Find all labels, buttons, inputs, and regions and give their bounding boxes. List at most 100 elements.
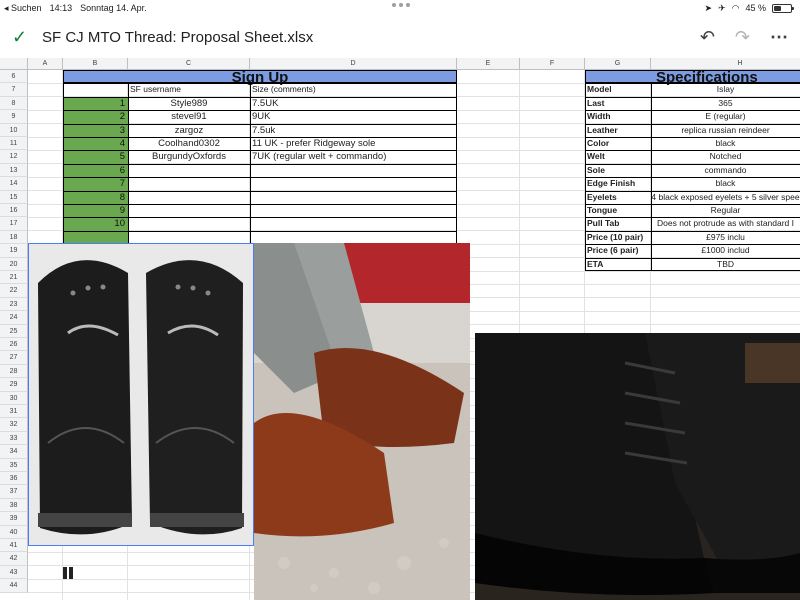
signup-number[interactable]: 1 [63, 97, 128, 110]
signup-username[interactable] [128, 177, 250, 190]
spec-label[interactable]: Leather [585, 124, 651, 137]
row-header[interactable]: 14 [0, 177, 28, 191]
row-header[interactable]: 36 [0, 472, 28, 486]
signup-size[interactable] [252, 191, 455, 204]
signup-username[interactable] [128, 191, 250, 204]
row-header[interactable]: 30 [0, 391, 28, 405]
spec-label[interactable]: Pull Tab [585, 217, 651, 230]
row-header[interactable]: 38 [0, 498, 28, 513]
row-header[interactable]: 33 [0, 431, 28, 446]
row-header[interactable]: 17 [0, 217, 28, 231]
row-header[interactable]: 27 [0, 351, 28, 365]
signup-number[interactable]: 2 [63, 110, 128, 123]
signup-size[interactable]: 7.5UK [252, 97, 455, 110]
signup-size[interactable]: 7.5uk [252, 124, 455, 137]
spec-label[interactable]: Price (6 pair) [585, 244, 651, 257]
row-header[interactable]: 12 [0, 150, 28, 164]
spec-label[interactable]: Price (10 pair) [585, 231, 651, 244]
signup-username[interactable] [128, 217, 250, 230]
row-header[interactable]: 44 [0, 579, 28, 593]
row-header[interactable]: 13 [0, 163, 28, 178]
spec-value[interactable]: Notched [651, 150, 800, 163]
spec-label[interactable]: ETA [585, 258, 651, 271]
spec-value[interactable]: black [651, 177, 800, 190]
signup-size[interactable]: 9UK [252, 110, 455, 123]
row-header[interactable]: 40 [0, 525, 28, 539]
redo-icon[interactable]: ↷ [735, 27, 750, 48]
spec-label[interactable]: Sole [585, 164, 651, 177]
spec-label[interactable]: Model [585, 83, 651, 96]
more-icon[interactable]: ⋯ [770, 27, 788, 48]
row-header[interactable]: 41 [0, 539, 28, 553]
column-header-E[interactable]: E [457, 58, 520, 70]
signup-username[interactable]: zargoz [128, 124, 250, 137]
row-header[interactable]: 21 [0, 271, 28, 285]
select-all-corner[interactable] [0, 58, 28, 70]
signup-number[interactable]: 7 [63, 177, 128, 190]
spec-label[interactable]: Edge Finish [585, 177, 651, 190]
column-header-A[interactable]: A [28, 58, 63, 70]
row-header[interactable]: 26 [0, 338, 28, 352]
check-icon[interactable]: ✓ [12, 27, 38, 48]
row-header[interactable]: 31 [0, 405, 28, 419]
signup-number[interactable]: 9 [63, 204, 128, 217]
spreadsheet-grid[interactable]: A B C D E F G H 6 7 8 9 10 11 12 13 14 15 16 17 18 19 20 21 22 23… [0, 58, 800, 600]
spec-label[interactable]: Tongue [585, 204, 651, 217]
signup-size[interactable] [252, 164, 455, 177]
signup-username[interactable]: BurgundyOxfords [128, 150, 250, 163]
signup-size[interactable] [252, 204, 455, 217]
row-header[interactable]: 34 [0, 445, 28, 459]
signup-number[interactable]: 3 [63, 124, 128, 137]
spec-value[interactable]: TBD [651, 258, 800, 271]
row-header[interactable]: 22 [0, 284, 28, 298]
spec-value[interactable]: black [651, 137, 800, 150]
row-header[interactable]: 42 [0, 552, 28, 566]
row-header[interactable]: 24 [0, 311, 28, 325]
signup-size[interactable] [252, 177, 455, 190]
spec-label[interactable]: Last [585, 97, 651, 110]
signup-username[interactable]: Style989 [128, 97, 250, 110]
spec-label[interactable]: Color [585, 137, 651, 150]
row-header[interactable]: 37 [0, 485, 28, 499]
row-header[interactable]: 6 [0, 70, 28, 84]
signup-username[interactable]: stevel91 [128, 110, 250, 123]
boots-photo-closeup[interactable] [475, 333, 800, 600]
row-header[interactable]: 18 [0, 230, 28, 245]
signup-size[interactable]: 11 UK - prefer Ridgeway sole [252, 137, 455, 150]
row-header[interactable]: 35 [0, 458, 28, 472]
signup-username[interactable] [128, 164, 250, 177]
signup-size[interactable]: 7UK (regular welt + commando) [252, 150, 455, 163]
spec-label[interactable]: Width [585, 110, 651, 123]
boots-photo-brown[interactable] [254, 243, 470, 600]
row-header[interactable]: 16 [0, 204, 28, 218]
signup-number[interactable]: 4 [63, 137, 128, 150]
multitasking-dots-icon[interactable] [392, 3, 410, 7]
spec-label[interactable]: Welt [585, 150, 651, 163]
row-header[interactable]: 19 [0, 244, 28, 258]
spec-value[interactable]: 365 [651, 97, 800, 110]
column-header-B[interactable]: B [63, 58, 128, 70]
row-header[interactable]: 32 [0, 418, 28, 432]
column-header-F[interactable]: F [520, 58, 585, 70]
row-header[interactable]: 43 [0, 565, 28, 580]
row-header[interactable]: 29 [0, 378, 28, 392]
spec-value[interactable]: Islay [651, 83, 800, 96]
column-header-G[interactable]: G [585, 58, 651, 70]
signup-number[interactable]: 10 [63, 217, 128, 230]
undo-icon[interactable]: ↶ [700, 27, 715, 48]
spec-value[interactable]: Regular [651, 204, 800, 217]
back-to-app-link[interactable]: ◂ Suchen [4, 3, 42, 14]
row-header[interactable]: 20 [0, 257, 28, 271]
row-header[interactable]: 10 [0, 123, 28, 137]
small-shoe-thumbnail[interactable] [62, 566, 74, 580]
signup-size[interactable] [252, 217, 455, 230]
row-header[interactable]: 7 [0, 83, 28, 97]
signup-username[interactable]: Coolhand0302 [128, 137, 250, 150]
spec-value[interactable]: £1000 includ [651, 244, 800, 257]
row-header[interactable]: 25 [0, 324, 28, 338]
signup-number[interactable]: 5 [63, 150, 128, 163]
signup-username[interactable] [128, 204, 250, 217]
spec-value[interactable]: E (regular) [651, 110, 800, 123]
spec-value[interactable]: £975 inclu [651, 231, 800, 244]
spec-value[interactable]: commando [651, 164, 800, 177]
